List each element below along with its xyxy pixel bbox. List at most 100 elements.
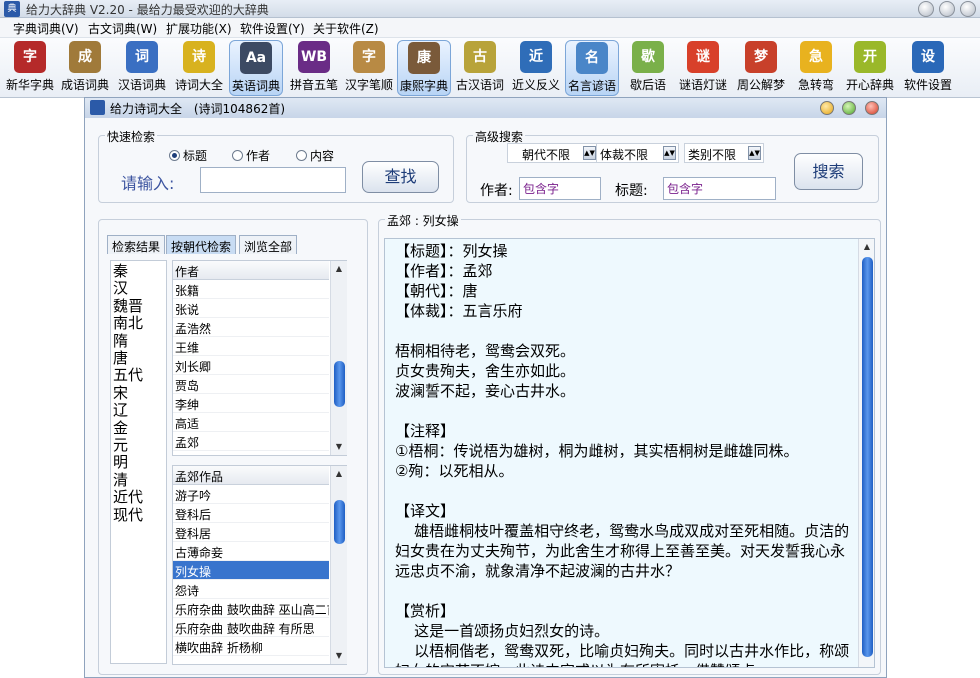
work-row[interactable]: 怨诗 (173, 580, 329, 599)
toolbar-button-4[interactable]: Aa 英语词典 (229, 40, 283, 96)
author-scroll-up-icon[interactable]: ▲ (331, 261, 347, 276)
dynasty-item[interactable]: 魏晋 (113, 297, 173, 315)
dynasty-item[interactable]: 现代 (113, 506, 173, 524)
author-row[interactable]: 孟郊 (173, 432, 329, 451)
toolbar-button-14[interactable]: 急急转弯 (789, 40, 843, 96)
radio-content-label: 内容 (310, 149, 335, 163)
toolbar-button-7[interactable]: 康康熙字典 (397, 40, 451, 96)
dynasty-item[interactable]: 金 (113, 419, 173, 437)
genre-select-arrow-icon: ▲▼ (663, 146, 676, 160)
tab-by-dynasty[interactable]: 按朝代检索 (166, 235, 237, 254)
author-row[interactable]: 高适 (173, 413, 329, 432)
author-input[interactable]: 包含字 (519, 177, 601, 200)
reader-scroll-thumb[interactable] (862, 257, 873, 657)
toolbar-button-2[interactable]: 词汉语词典 (115, 40, 169, 96)
author-row[interactable]: 刘长卿 (173, 356, 329, 375)
author-scroll-down-icon[interactable]: ▼ (331, 439, 347, 454)
menu-dictionaries[interactable]: 字典词典(V) (13, 20, 79, 37)
author-row[interactable]: 张说 (173, 299, 329, 318)
xiehouyu-icon: 歇 (632, 41, 664, 73)
genre-select[interactable]: 体裁不限 ▲▼ (596, 143, 679, 163)
dynasty-item[interactable]: 宋 (113, 384, 173, 402)
dynasty-item[interactable]: 南北 (113, 315, 173, 332)
dynasty-item[interactable]: 汉 (113, 280, 173, 297)
dynasty-item[interactable]: 明 (113, 454, 173, 471)
category-select[interactable]: 类别不限 ▲▼ (684, 143, 764, 163)
toolbar-button-15[interactable]: 开开心辞典 (843, 40, 897, 96)
work-row[interactable]: 古薄命妾 (173, 542, 329, 561)
work-row[interactable]: 乐府杂曲 鼓吹曲辞 有所思 (173, 618, 329, 637)
author-row[interactable]: 王维 (173, 337, 329, 356)
toolbar-button-8[interactable]: 古古汉语词 (453, 40, 507, 96)
toolbar-button-6[interactable]: 字汉字笔顺 (342, 40, 396, 96)
work-row[interactable]: 登科居 (173, 523, 329, 542)
radio-title[interactable]: 标题 (169, 147, 207, 164)
works-scroll-thumb[interactable] (334, 500, 345, 544)
dynasty-item[interactable]: 隋 (113, 332, 173, 350)
works-scroll-down-icon[interactable]: ▼ (331, 648, 347, 663)
menu-about[interactable]: 关于软件(Z) (313, 20, 379, 37)
radio-content[interactable]: 内容 (296, 147, 334, 164)
dynasty-item[interactable]: 秦 (113, 263, 173, 280)
poem-count: (诗词104862首) (193, 102, 286, 116)
author-scroll-thumb[interactable] (334, 361, 345, 407)
menu-settings[interactable]: 软件设置(Y) (240, 20, 305, 37)
window-maximize-button[interactable] (842, 101, 856, 115)
toolbar-button-12[interactable]: 谜谜语灯谜 (676, 40, 730, 96)
toolbar-button-5[interactable]: WB 拼音五笔 (287, 40, 341, 96)
reader-scroll-up-icon[interactable]: ▲ (859, 239, 874, 254)
menu-bar: 字典词典(V) 古文词典(W) 扩展功能(X) 软件设置(Y) 关于软件(Z) (0, 18, 980, 38)
work-row[interactable]: 列女操 (173, 561, 329, 580)
author-row[interactable]: 贾岛 (173, 375, 329, 394)
author-row[interactable]: 李绅 (173, 394, 329, 413)
dynasty-item[interactable]: 五代 (113, 367, 173, 384)
window-minimize-button[interactable] (820, 101, 834, 115)
quick-search-label: 快速检索 (105, 128, 158, 145)
maximize-button[interactable] (939, 1, 955, 17)
author-row[interactable]: 张籍 (173, 280, 329, 299)
works-scrollbar[interactable]: ▲ ▼ (330, 466, 347, 664)
idiom-book-icon: 成 (69, 41, 101, 73)
works-scroll-up-icon[interactable]: ▲ (331, 466, 347, 481)
work-row[interactable]: 登科后 (173, 504, 329, 523)
find-button[interactable]: 查找 (362, 161, 439, 193)
author-scrollbar[interactable]: ▲ ▼ (330, 261, 347, 455)
radio-author[interactable]: 作者 (232, 147, 270, 164)
toolbar-button-16[interactable]: 设软件设置 (901, 40, 955, 96)
poem-reader[interactable]: 【标题】：列女操 【作者】：孟郊 【朝代】：唐 【体裁】：五言乐府 梧桐相待老，… (384, 238, 875, 668)
author-row[interactable]: 孟浩然 (173, 318, 329, 337)
dynasty-item[interactable]: 清 (113, 471, 173, 489)
toolbar-button-13[interactable]: 梦周公解梦 (734, 40, 788, 96)
toolbar-button-0[interactable]: 字新华字典 (3, 40, 57, 96)
toolbar-button-11[interactable]: 歇歇后语 (621, 40, 675, 96)
close-button[interactable] (960, 1, 976, 17)
dynasty-item[interactable]: 元 (113, 437, 173, 454)
minimize-button[interactable] (918, 1, 934, 17)
work-row[interactable]: 游子吟 (173, 485, 329, 504)
toolbar-button-1[interactable]: 成成语词典 (58, 40, 112, 96)
tab-browse-all[interactable]: 浏览全部 (239, 235, 298, 254)
window-close-button[interactable] (865, 101, 879, 115)
dynasty-item[interactable]: 唐 (113, 350, 173, 367)
works-list: 孟郊作品 游子吟 登科后 登科居 古薄命妾 列女操 怨诗 乐府杂曲 鼓吹曲辞 巫山高二首 乐府… (172, 465, 347, 665)
search-input[interactable] (200, 167, 346, 193)
toolbar-label: 开心辞典 (845, 78, 894, 92)
title-input[interactable]: 包含字 (663, 177, 776, 200)
menu-classical[interactable]: 古文词典(W) (88, 20, 157, 37)
toolbar-button-10[interactable]: 名名言谚语 (565, 40, 619, 96)
toolbar-button-9[interactable]: 近近义反义 (509, 40, 563, 96)
english-dict-icon: Aa (240, 42, 272, 74)
main-window-title: 给力大辞典 V2.20 - 最给力最受欢迎的大辞典 (26, 3, 269, 17)
proverb-icon: 名 (576, 42, 608, 74)
toolbar-button-3[interactable]: 诗诗词大全 (172, 40, 226, 96)
reader-scrollbar[interactable]: ▲ (858, 239, 874, 667)
search-button[interactable]: 搜索 (794, 153, 863, 190)
advanced-search-group: 高级搜索 朝代不限 ▲▼ 体裁不限 ▲▼ 类别不限 ▲▼ 作者: 包含字 标题: 包含… (466, 128, 879, 203)
dynasty-item[interactable]: 近代 (113, 489, 173, 506)
dynasty-item[interactable]: 辽 (113, 402, 173, 419)
menu-extensions[interactable]: 扩展功能(X) (166, 20, 232, 37)
dynasty-select[interactable]: 朝代不限 ▲▼ (507, 143, 599, 163)
work-row[interactable]: 横吹曲辞 折杨柳 (173, 637, 329, 656)
work-row[interactable]: 乐府杂曲 鼓吹曲辞 巫山高二首 (173, 599, 329, 618)
tab-search-results[interactable]: 检索结果 (107, 235, 166, 254)
